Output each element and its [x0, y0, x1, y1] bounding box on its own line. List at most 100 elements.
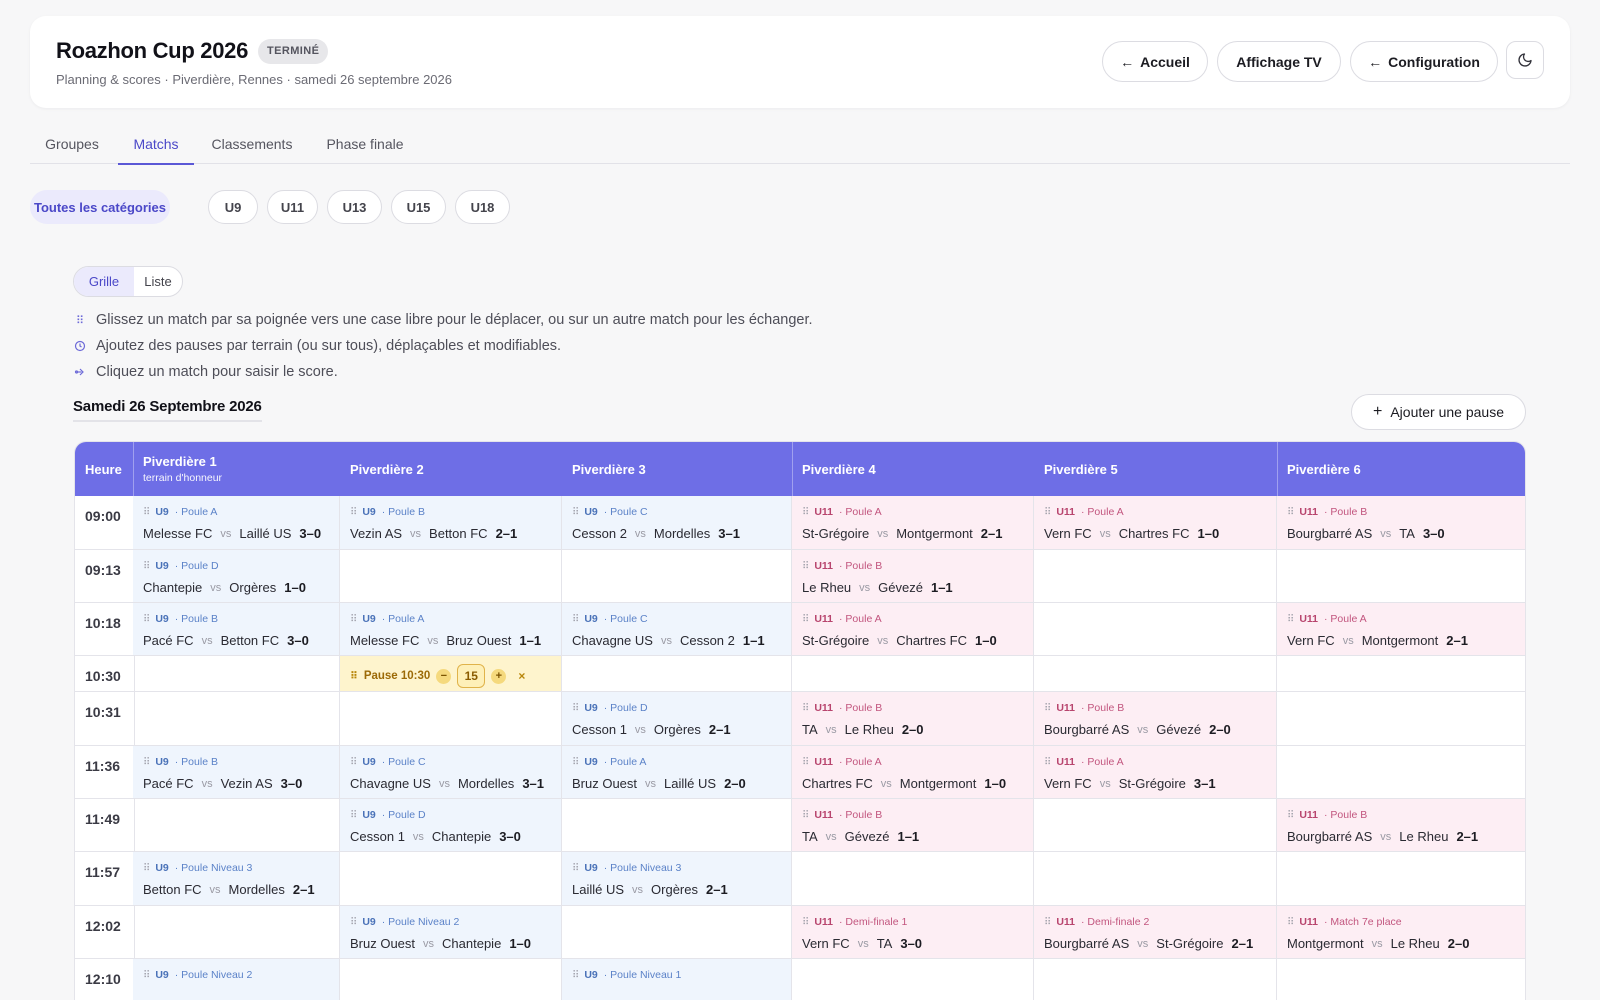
empty-slot[interactable] — [562, 799, 792, 852]
drag-handle-icon[interactable]: ⠿ — [350, 507, 357, 518]
empty-slot[interactable] — [1277, 959, 1525, 1000]
home-button[interactable]: ← Accueil — [1102, 41, 1208, 82]
pause-increase-button[interactable]: + — [491, 668, 507, 684]
match-card[interactable]: ⠿ U9 · Poule Niveau 2 Bruz Ouest vs Chantepie… — [340, 906, 562, 959]
match-card[interactable]: ⠿ U11 · Poule B TA vs Gévezé 1–1 — [792, 799, 1034, 852]
match-card[interactable]: ⠿ U9 · Poule C Cesson 2 vs Mordelles 3–1 — [562, 496, 792, 550]
configuration-button[interactable]: ← Configuration — [1350, 41, 1498, 82]
match-card[interactable]: ⠿ U9 · Poule D Cesson 1 vs Chantepie 3–0 — [340, 799, 562, 852]
match-card[interactable]: ⠿ U11 · Poule B Bourgbarré AS vs Le Rheu 2–1 — [1277, 799, 1525, 852]
empty-slot[interactable] — [133, 692, 340, 746]
match-card[interactable]: ⠿ U9 · Poule Niveau 3 Laillé US vs Orgères 2–1 — [562, 852, 792, 906]
drag-handle-icon[interactable]: ⠿ — [1287, 810, 1294, 821]
empty-slot[interactable] — [1277, 746, 1525, 799]
drag-handle-icon[interactable]: ⠿ — [1287, 917, 1294, 928]
empty-slot[interactable] — [562, 550, 792, 603]
empty-slot[interactable] — [792, 852, 1034, 906]
match-card[interactable]: ⠿ U11 · Demi-finale 2 Bourgbarré AS vs St-Gré… — [1034, 906, 1277, 959]
match-card[interactable]: ⠿ U9 · Poule B Pacé FC vs Vezin AS 3–0 — [133, 746, 340, 799]
empty-slot[interactable] — [1034, 550, 1277, 603]
match-card[interactable]: ⠿ U9 · Poule C Chavagne US vs Cesson 2 1–1 — [562, 603, 792, 656]
match-card[interactable]: ⠿ U9 · Poule A Melesse FC vs Laillé US 3–0 — [133, 496, 340, 550]
drag-handle-icon[interactable]: ⠿ — [572, 970, 579, 981]
empty-slot[interactable] — [1034, 603, 1277, 656]
empty-slot[interactable] — [1034, 656, 1277, 692]
drag-handle-icon[interactable]: ⠿ — [802, 917, 809, 928]
match-card[interactable]: ⠿ U11 · Poule B Le Rheu vs Gévezé 1–1 — [792, 550, 1034, 603]
drag-handle-icon[interactable]: ⠿ — [143, 757, 150, 768]
view-grid-button[interactable]: Grille — [74, 267, 134, 296]
drag-handle-icon[interactable]: ⠿ — [572, 507, 579, 518]
empty-slot[interactable] — [340, 852, 562, 906]
empty-slot[interactable] — [1034, 852, 1277, 906]
match-card[interactable]: ⠿ U11 · Poule A Vern FC vs Montgermont 2–1 — [1277, 603, 1525, 656]
empty-slot[interactable] — [133, 906, 340, 959]
match-card[interactable]: ⠿ U11 · Poule A St-Grégoire vs Montgermont 2–1 — [792, 496, 1034, 550]
drag-handle-icon[interactable]: ⠿ — [1044, 917, 1051, 928]
drag-handle-icon[interactable]: ⠿ — [1044, 703, 1051, 714]
category-filter-all[interactable]: Toutes les catégories — [30, 190, 170, 224]
drag-handle-icon[interactable]: ⠿ — [350, 917, 357, 928]
empty-slot[interactable] — [562, 656, 792, 692]
drag-handle-icon[interactable]: ⠿ — [802, 507, 809, 518]
drag-handle-icon[interactable]: ⠿ — [802, 614, 809, 625]
empty-slot[interactable] — [1277, 550, 1525, 603]
match-card[interactable]: ⠿ U9 · Poule Niveau 3 Betton FC vs Mordelles 2… — [133, 852, 340, 906]
drag-handle-icon[interactable]: ⠿ — [802, 703, 809, 714]
match-card[interactable]: ⠿ U9 · Poule Niveau 1 — [562, 959, 792, 1000]
empty-slot[interactable] — [792, 656, 1034, 692]
match-card[interactable]: ⠿ U11 · Poule A Vern FC vs St-Grégoire 3–1 — [1034, 746, 1277, 799]
view-list-button[interactable]: Liste — [134, 267, 182, 296]
match-card[interactable]: ⠿ U11 · Poule B Bourgbarré AS vs Gévezé 2–0 — [1034, 692, 1277, 746]
pause-slot[interactable]: ⠿ Pause 10:30−15 + × — [340, 656, 562, 692]
tv-display-button[interactable]: Affichage TV — [1217, 41, 1341, 82]
empty-slot[interactable] — [340, 550, 562, 603]
drag-handle-icon[interactable]: ⠿ — [572, 757, 579, 768]
empty-slot[interactable] — [133, 799, 340, 852]
drag-handle-icon[interactable]: ⠿ — [572, 614, 579, 625]
match-card[interactable]: ⠿ U9 · Poule D Cesson 1 vs Orgères 2–1 — [562, 692, 792, 746]
tab-phase-finale[interactable]: Phase finale — [318, 124, 412, 164]
match-card[interactable]: ⠿ U9 · Poule B Pacé FC vs Betton FC 3–0 — [133, 603, 340, 656]
match-card[interactable]: ⠿ U9 · Poule D Chantepie vs Orgères 1–0 — [133, 550, 340, 603]
category-filter-u15[interactable]: U15 — [391, 190, 446, 224]
match-card[interactable]: ⠿ U11 · Poule B Bourgbarré AS vs TA 3–0 — [1277, 496, 1525, 550]
drag-handle-icon[interactable]: ⠿ — [802, 561, 809, 572]
pause-duration-input[interactable]: 15 — [457, 664, 486, 688]
match-card[interactable]: ⠿ U9 · Poule A Melesse FC vs Bruz Ouest 1–1 — [340, 603, 562, 656]
drag-handle-icon[interactable]: ⠿ — [143, 970, 150, 981]
add-pause-button[interactable]: + Ajouter une pause — [1351, 394, 1526, 430]
empty-slot[interactable] — [340, 692, 562, 746]
drag-handle-icon[interactable]: ⠿ — [1287, 614, 1294, 625]
match-card[interactable]: ⠿ U11 · Poule A St-Grégoire vs Chartres FC 1–0 — [792, 603, 1034, 656]
empty-slot[interactable] — [1277, 852, 1525, 906]
tab-classements[interactable]: Classements — [202, 124, 302, 164]
theme-toggle-button[interactable] — [1506, 41, 1544, 79]
drag-handle-icon[interactable]: ⠿ — [350, 614, 357, 625]
drag-handle-icon[interactable]: ⠿ — [143, 614, 150, 625]
category-filter-u13[interactable]: U13 — [327, 190, 382, 224]
pause-decrease-button[interactable]: − — [436, 668, 452, 684]
drag-handle-icon[interactable]: ⠿ — [1044, 757, 1051, 768]
match-card[interactable]: ⠿ U9 · Poule A Bruz Ouest vs Laillé US 2–0 — [562, 746, 792, 799]
empty-slot[interactable] — [1277, 656, 1525, 692]
drag-handle-icon[interactable]: ⠿ — [1287, 507, 1294, 518]
tab-matchs[interactable]: Matchs — [118, 124, 194, 165]
drag-handle-icon[interactable]: ⠿ — [143, 507, 150, 518]
match-card[interactable]: ⠿ U11 · Poule A Vern FC vs Chartres FC 1–0 — [1034, 496, 1277, 550]
category-filter-u18[interactable]: U18 — [455, 190, 510, 224]
drag-handle-icon[interactable]: ⠿ — [802, 810, 809, 821]
category-filter-u9[interactable]: U9 — [208, 190, 258, 224]
empty-slot[interactable] — [562, 906, 792, 959]
drag-handle-icon[interactable]: ⠿ — [350, 810, 357, 821]
empty-slot[interactable] — [133, 656, 340, 692]
match-card[interactable]: ⠿ U11 · Poule B TA vs Le Rheu 2–0 — [792, 692, 1034, 746]
empty-slot[interactable] — [1034, 799, 1277, 852]
tab-groupes[interactable]: Groupes — [30, 124, 114, 164]
drag-handle-icon[interactable]: ⠿ — [572, 703, 579, 714]
match-card[interactable]: ⠿ U9 · Poule C Chavagne US vs Mordelles 3–1 — [340, 746, 562, 799]
drag-handle-icon[interactable]: ⠿ — [143, 863, 150, 874]
empty-slot[interactable] — [792, 959, 1034, 1000]
drag-handle-icon[interactable]: ⠿ — [350, 757, 357, 768]
empty-slot[interactable] — [1277, 692, 1525, 746]
